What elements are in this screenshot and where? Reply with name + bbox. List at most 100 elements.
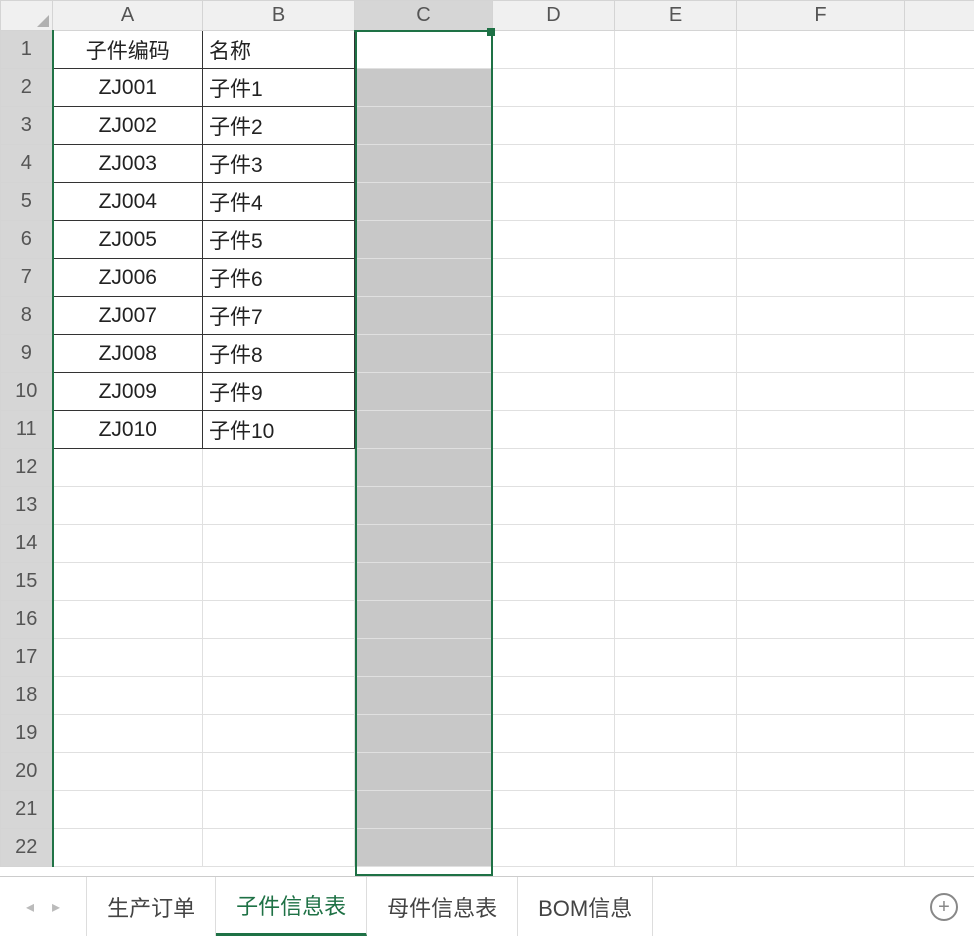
cell-G18[interactable] [905,677,974,715]
cell-A3[interactable]: ZJ002 [53,107,203,145]
col-header-E[interactable]: E [615,1,737,31]
cell-E11[interactable] [615,411,737,449]
row-header-15[interactable]: 15 [1,563,53,601]
row-header-8[interactable]: 8 [1,297,53,335]
cell-A19[interactable] [53,715,203,753]
col-header-extra[interactable] [905,1,974,31]
cell-A11[interactable]: ZJ010 [53,411,203,449]
row-header-13[interactable]: 13 [1,487,53,525]
cell-E6[interactable] [615,221,737,259]
cell-E13[interactable] [615,487,737,525]
cell-F11[interactable] [737,411,905,449]
cell-A1[interactable]: 子件编码 [53,31,203,69]
row-header-17[interactable]: 17 [1,639,53,677]
row-header-4[interactable]: 4 [1,145,53,183]
cell-D17[interactable] [493,639,615,677]
cell-A10[interactable]: ZJ009 [53,373,203,411]
cell-C14[interactable] [355,525,493,563]
tab-nav-next-icon[interactable]: ▸ [52,897,60,917]
cell-G7[interactable] [905,259,974,297]
cell-G12[interactable] [905,449,974,487]
cell-C5[interactable] [355,183,493,221]
cell-A14[interactable] [53,525,203,563]
cell-A6[interactable]: ZJ005 [53,221,203,259]
cell-C4[interactable] [355,145,493,183]
cell-A16[interactable] [53,601,203,639]
cell-F3[interactable] [737,107,905,145]
cell-G13[interactable] [905,487,974,525]
cell-B2[interactable]: 子件1 [203,69,355,107]
cell-D19[interactable] [493,715,615,753]
cell-D13[interactable] [493,487,615,525]
cell-A15[interactable] [53,563,203,601]
cell-C1[interactable] [355,31,493,69]
cell-D6[interactable] [493,221,615,259]
cell-D21[interactable] [493,791,615,829]
cell-C10[interactable] [355,373,493,411]
cell-B7[interactable]: 子件6 [203,259,355,297]
cell-B19[interactable] [203,715,355,753]
cell-D14[interactable] [493,525,615,563]
cell-E16[interactable] [615,601,737,639]
cell-F16[interactable] [737,601,905,639]
cell-A18[interactable] [53,677,203,715]
cell-C2[interactable] [355,69,493,107]
cell-F10[interactable] [737,373,905,411]
row-header-11[interactable]: 11 [1,411,53,449]
cell-E5[interactable] [615,183,737,221]
cell-D2[interactable] [493,69,615,107]
cell-F13[interactable] [737,487,905,525]
cell-E8[interactable] [615,297,737,335]
cell-D7[interactable] [493,259,615,297]
cell-D11[interactable] [493,411,615,449]
cell-B6[interactable]: 子件5 [203,221,355,259]
col-header-B[interactable]: B [203,1,355,31]
cell-B15[interactable] [203,563,355,601]
cell-B20[interactable] [203,753,355,791]
row-header-9[interactable]: 9 [1,335,53,373]
cell-F8[interactable] [737,297,905,335]
row-header-19[interactable]: 19 [1,715,53,753]
cell-F7[interactable] [737,259,905,297]
col-header-C[interactable]: C [355,1,493,31]
cell-F1[interactable] [737,31,905,69]
add-sheet-button[interactable]: + [914,877,974,936]
cell-B10[interactable]: 子件9 [203,373,355,411]
cell-A4[interactable]: ZJ003 [53,145,203,183]
cell-F14[interactable] [737,525,905,563]
row-header-14[interactable]: 14 [1,525,53,563]
cell-B21[interactable] [203,791,355,829]
row-header-22[interactable]: 22 [1,829,53,867]
cell-D8[interactable] [493,297,615,335]
cell-F21[interactable] [737,791,905,829]
cell-G21[interactable] [905,791,974,829]
cell-B14[interactable] [203,525,355,563]
cell-B12[interactable] [203,449,355,487]
cell-D15[interactable] [493,563,615,601]
cell-C22[interactable] [355,829,493,867]
cell-F18[interactable] [737,677,905,715]
cell-A8[interactable]: ZJ007 [53,297,203,335]
row-header-5[interactable]: 5 [1,183,53,221]
cell-E2[interactable] [615,69,737,107]
cell-G19[interactable] [905,715,974,753]
cell-C18[interactable] [355,677,493,715]
row-header-20[interactable]: 20 [1,753,53,791]
cell-B17[interactable] [203,639,355,677]
cell-E17[interactable] [615,639,737,677]
cell-E4[interactable] [615,145,737,183]
cell-E1[interactable] [615,31,737,69]
cell-A9[interactable]: ZJ008 [53,335,203,373]
cell-F2[interactable] [737,69,905,107]
cell-A22[interactable] [53,829,203,867]
cell-G15[interactable] [905,563,974,601]
cell-A7[interactable]: ZJ006 [53,259,203,297]
row-header-1[interactable]: 1 [1,31,53,69]
cell-F9[interactable] [737,335,905,373]
cell-F6[interactable] [737,221,905,259]
cell-G4[interactable] [905,145,974,183]
cell-D1[interactable] [493,31,615,69]
cell-B11[interactable]: 子件10 [203,411,355,449]
cell-D9[interactable] [493,335,615,373]
cell-B3[interactable]: 子件2 [203,107,355,145]
